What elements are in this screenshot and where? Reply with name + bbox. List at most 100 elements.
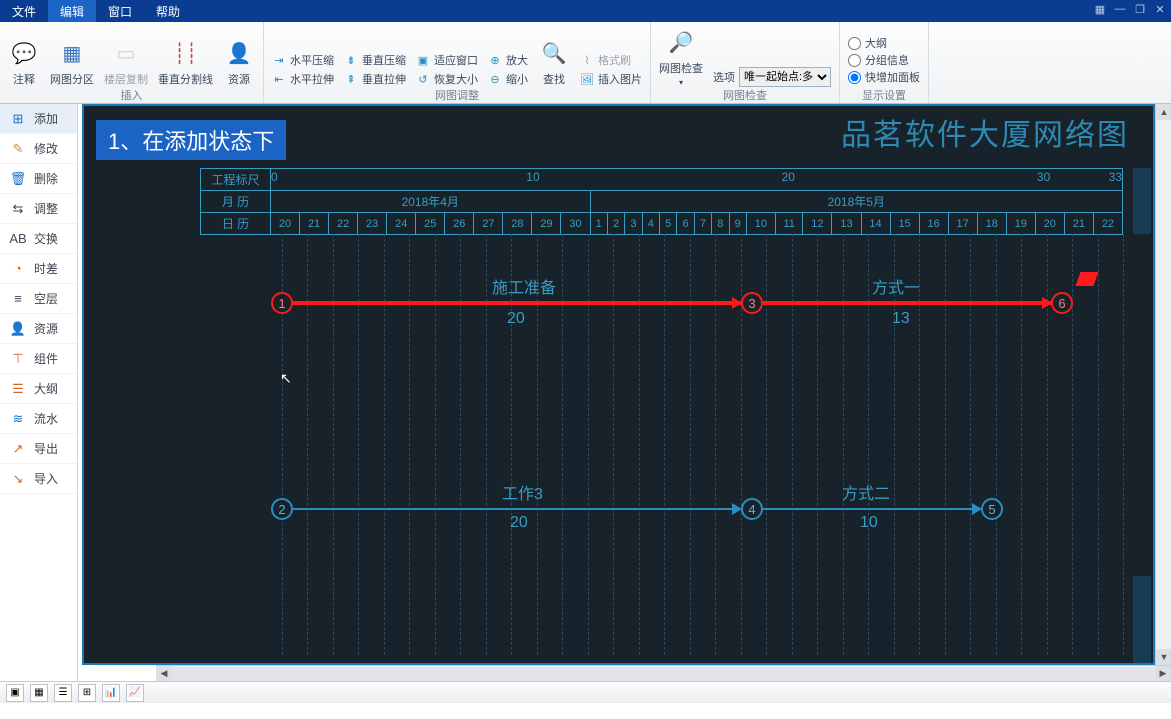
gridline	[333, 234, 334, 655]
day-cell: 7	[694, 213, 711, 235]
sidebar-icon: 👤	[10, 321, 26, 337]
sidebar-item-调整[interactable]: ⇆调整	[0, 194, 77, 224]
zoom-out-button[interactable]: ⊖缩小	[488, 71, 528, 87]
gridline	[715, 234, 716, 655]
check-button[interactable]: 🔎网图检查▾	[659, 26, 703, 87]
fit-window-button[interactable]: ▣适应窗口	[416, 52, 478, 68]
arrow-activity-3[interactable]	[293, 508, 741, 510]
view-mode-1-button[interactable]: ▣	[6, 684, 24, 702]
sidebar-item-删除[interactable]: 🗑删除	[0, 164, 77, 194]
month-cell: 2018年5月	[590, 191, 1122, 213]
radio-outline[interactable]: 大纲	[848, 35, 920, 51]
group-check-label: 网图检查	[723, 87, 767, 101]
timescale: 工程标尺 0 10 20 30 33 月 历	[200, 168, 1123, 235]
sidebar-item-label: 空层	[34, 290, 58, 307]
node-1[interactable]: 1	[271, 292, 293, 314]
group-adjust-label: 网图调整	[435, 87, 479, 101]
radio-quick-panel[interactable]: 快增加面板	[848, 69, 920, 85]
close-icon[interactable]: ✕	[1153, 3, 1167, 16]
restore-icon[interactable]: ❐	[1133, 3, 1147, 16]
activity-2-name: 方式一	[872, 274, 920, 298]
node-6[interactable]: 6	[1051, 292, 1073, 314]
view-mode-6-button[interactable]: 📈	[126, 684, 144, 702]
step-banner: 1、在添加状态下	[96, 120, 286, 160]
day-cell: 6	[677, 213, 694, 235]
view-mode-4-button[interactable]: ⊞	[78, 684, 96, 702]
sidebar-icon: ⇆	[10, 201, 26, 217]
gridline	[1123, 234, 1124, 655]
insert-image-button[interactable]: 🖼插入图片	[580, 71, 642, 87]
scroll-up-icon[interactable]: ▲	[1156, 104, 1171, 120]
scroll-right-icon[interactable]: ▶	[1155, 666, 1171, 682]
day-cell: 4	[642, 213, 659, 235]
vertical-scrollbar[interactable]: ▲ ▼	[1155, 104, 1171, 665]
gridline	[384, 234, 385, 655]
resource-button[interactable]: 👤资源	[223, 37, 255, 87]
h-compress-button[interactable]: ⇥水平压缩	[272, 52, 334, 68]
gridline	[562, 234, 563, 655]
zone-button[interactable]: ▦网图分区	[50, 37, 94, 87]
menu-edit[interactable]: 编辑	[48, 0, 96, 22]
arrow-activity-2[interactable]	[763, 301, 1051, 305]
view-mode-2-button[interactable]: ▦	[30, 684, 48, 702]
sidebar-icon: ☰	[10, 381, 26, 397]
find-button[interactable]: 🔍查找	[538, 37, 570, 87]
sidebar-icon: ⊤	[10, 351, 26, 367]
minimize-icon[interactable]: —	[1113, 3, 1127, 16]
day-cell: 28	[503, 213, 532, 235]
v-compress-button[interactable]: ⇟垂直压缩	[344, 52, 406, 68]
format-brush-button[interactable]: ⌇格式刷	[580, 52, 642, 68]
node-2[interactable]: 2	[271, 498, 293, 520]
sidebar-item-时差[interactable]: ◔时差	[0, 254, 77, 284]
node-4[interactable]: 4	[741, 498, 763, 520]
network-canvas[interactable]: 1、在添加状态下 品茗软件大厦网络图 工程标尺 0 10 20 30 33	[82, 104, 1155, 665]
day-cell: 19	[1006, 213, 1035, 235]
arrow-activity-4[interactable]	[763, 508, 981, 510]
menu-window[interactable]: 窗口	[96, 0, 144, 22]
day-cell: 27	[474, 213, 503, 235]
sidebar: ⊞添加✎修改🗑删除⇆调整AB交换◔时差≡空层👤资源⊤组件☰大纲≋流水↗导出↘导入	[0, 104, 78, 681]
activity-4-name: 方式二	[842, 480, 890, 504]
day-cell: 20	[1035, 213, 1064, 235]
cursor-icon: ↖	[280, 370, 292, 387]
sidebar-item-流水[interactable]: ≋流水	[0, 404, 77, 434]
restore-size-button[interactable]: ↺恢复大小	[416, 71, 478, 87]
sidebar-item-label: 交换	[34, 230, 58, 247]
ruler-label: 工程标尺	[201, 169, 271, 191]
node-3[interactable]: 3	[741, 292, 763, 314]
option-select[interactable]: 唯一起始点:多	[739, 67, 831, 87]
radio-group-info[interactable]: 分组信息	[848, 52, 920, 68]
cutline-button[interactable]: ┊┊垂直分割线	[158, 37, 213, 87]
scroll-down-icon[interactable]: ▼	[1156, 649, 1171, 665]
sidebar-item-导入[interactable]: ↘导入	[0, 464, 77, 494]
activity-3-dur: 20	[510, 514, 528, 532]
view-mode-3-button[interactable]: ☰	[54, 684, 72, 702]
menu-file[interactable]: 文件	[0, 0, 48, 22]
sidebar-icon: ↗	[10, 441, 26, 457]
node-5[interactable]: 5	[981, 498, 1003, 520]
sidebar-item-空层[interactable]: ≡空层	[0, 284, 77, 314]
sidebar-item-修改[interactable]: ✎修改	[0, 134, 77, 164]
sidebar-item-添加[interactable]: ⊞添加	[0, 104, 77, 134]
gridline	[613, 234, 614, 655]
floor-copy-button[interactable]: ▭楼层复制	[104, 37, 148, 87]
scroll-left-icon[interactable]: ◀	[156, 666, 172, 682]
activity-2-dur: 13	[892, 310, 910, 328]
view-mode-5-button[interactable]: 📊	[102, 684, 120, 702]
sidebar-item-资源[interactable]: 👤资源	[0, 314, 77, 344]
day-cell: 17	[948, 213, 977, 235]
sidebar-item-大纲[interactable]: ☰大纲	[0, 374, 77, 404]
zoom-in-button[interactable]: ⊕放大	[488, 52, 528, 68]
calc-icon[interactable]: ▦	[1093, 3, 1107, 16]
arrow-activity-1[interactable]	[293, 301, 741, 305]
sidebar-item-交换[interactable]: AB交换	[0, 224, 77, 254]
v-stretch-button[interactable]: ⇞垂直拉伸	[344, 71, 406, 87]
gridline	[435, 234, 436, 655]
sidebar-item-导出[interactable]: ↗导出	[0, 434, 77, 464]
h-stretch-button[interactable]: ⇤水平拉伸	[272, 71, 334, 87]
sidebar-item-组件[interactable]: ⊤组件	[0, 344, 77, 374]
annotate-button[interactable]: 💬注释	[8, 37, 40, 87]
menu-help[interactable]: 帮助	[144, 0, 192, 22]
gridline	[996, 234, 997, 655]
horizontal-scrollbar[interactable]: ◀ ▶	[156, 665, 1171, 681]
